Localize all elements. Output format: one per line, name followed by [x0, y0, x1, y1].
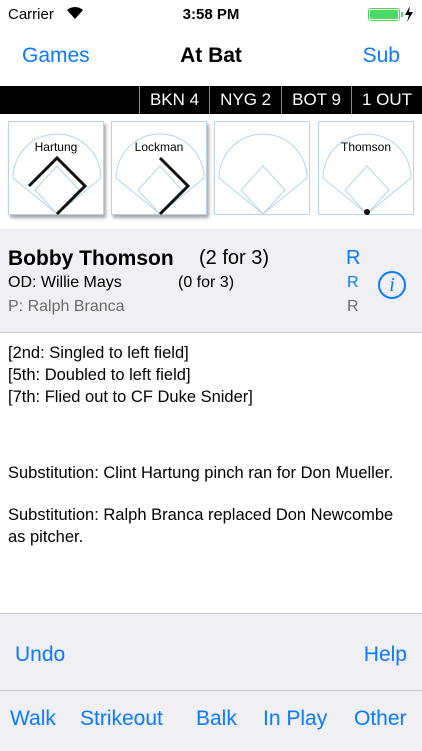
charging-bolt-icon [405, 6, 413, 22]
info-icon[interactable]: i [378, 271, 406, 299]
scoreboard: BKN 4 NYG 2 BOT 9 1 OUT [0, 86, 422, 114]
undo-button[interactable]: Undo [15, 643, 65, 667]
pitcher-hand: R [347, 298, 359, 315]
log-line: [5th: Doubled to left field] [8, 366, 191, 384]
batter-stat: (2 for 3) [199, 247, 270, 269]
batter-dot-icon [364, 209, 370, 215]
page-title: At Bat [180, 44, 242, 67]
sub-button[interactable]: Sub [363, 44, 400, 68]
runner-name: Thomson [340, 140, 392, 154]
log-line: [2nd: Singled to left field] [8, 344, 189, 362]
clock-label: 3:58 PM [182, 6, 240, 23]
field-diagram [115, 133, 205, 216]
runner-card-empty[interactable] [214, 121, 310, 215]
field-diagram [12, 133, 102, 216]
inning: BOT 9 [281, 86, 351, 114]
away-score: BKN 4 [138, 86, 209, 114]
runner-name: Hartung [34, 140, 78, 154]
outs: 1 OUT [350, 86, 422, 114]
runner-card-lockman[interactable]: Lockman [111, 121, 207, 216]
walk-button[interactable]: Walk [10, 707, 56, 731]
field-diagram [322, 133, 412, 215]
runner-card-thomson[interactable]: Thomson [318, 121, 414, 215]
in-play-button[interactable]: In Play [263, 707, 327, 731]
home-score: NYG 2 [209, 86, 281, 114]
other-button[interactable]: Other [354, 707, 407, 731]
at-bat-panel: Bobby Thomson (2 for 3) R OD: Willie May… [0, 229, 422, 333]
runner-card-hartung[interactable]: Hartung [8, 121, 104, 216]
help-button[interactable]: Help [364, 643, 407, 667]
on-deck-name: OD: Willie Mays [8, 274, 122, 291]
batter-hand-button[interactable]: R [346, 247, 360, 270]
play-log: [2nd: Singled to left field] [5th: Doubl… [8, 342, 414, 548]
balk-button[interactable]: Balk [196, 707, 237, 731]
pitcher-name: P: Ralph Branca [8, 298, 125, 315]
battery-icon [368, 8, 403, 21]
field-diagram [218, 133, 308, 215]
divider [0, 690, 422, 691]
navigation-bar: Games At Bat Sub [0, 30, 422, 84]
substitution-note: Substitution: Ralph Branca replaced Don … [8, 506, 394, 546]
strikeout-button[interactable]: Strikeout [80, 707, 163, 731]
runner-diamonds: Hartung Lockman Thomson [0, 119, 422, 220]
action-toolbar: Undo Help Walk Strikeout Balk In Play Ot… [0, 613, 422, 751]
status-bar: Carrier 3:58 PM [0, 0, 422, 30]
log-line: [7th: Flied out to CF Duke Snider] [8, 388, 253, 406]
runner-name: Lockman [134, 140, 184, 154]
on-deck-hand-button[interactable]: R [347, 274, 359, 292]
play-actions: Walk Strikeout Balk In Play Other [0, 707, 422, 737]
batter-name: Bobby Thomson [8, 247, 174, 270]
on-deck-stat: (0 for 3) [178, 274, 235, 291]
substitution-note: Substitution: Clint Hartung pinch ran fo… [8, 464, 394, 482]
